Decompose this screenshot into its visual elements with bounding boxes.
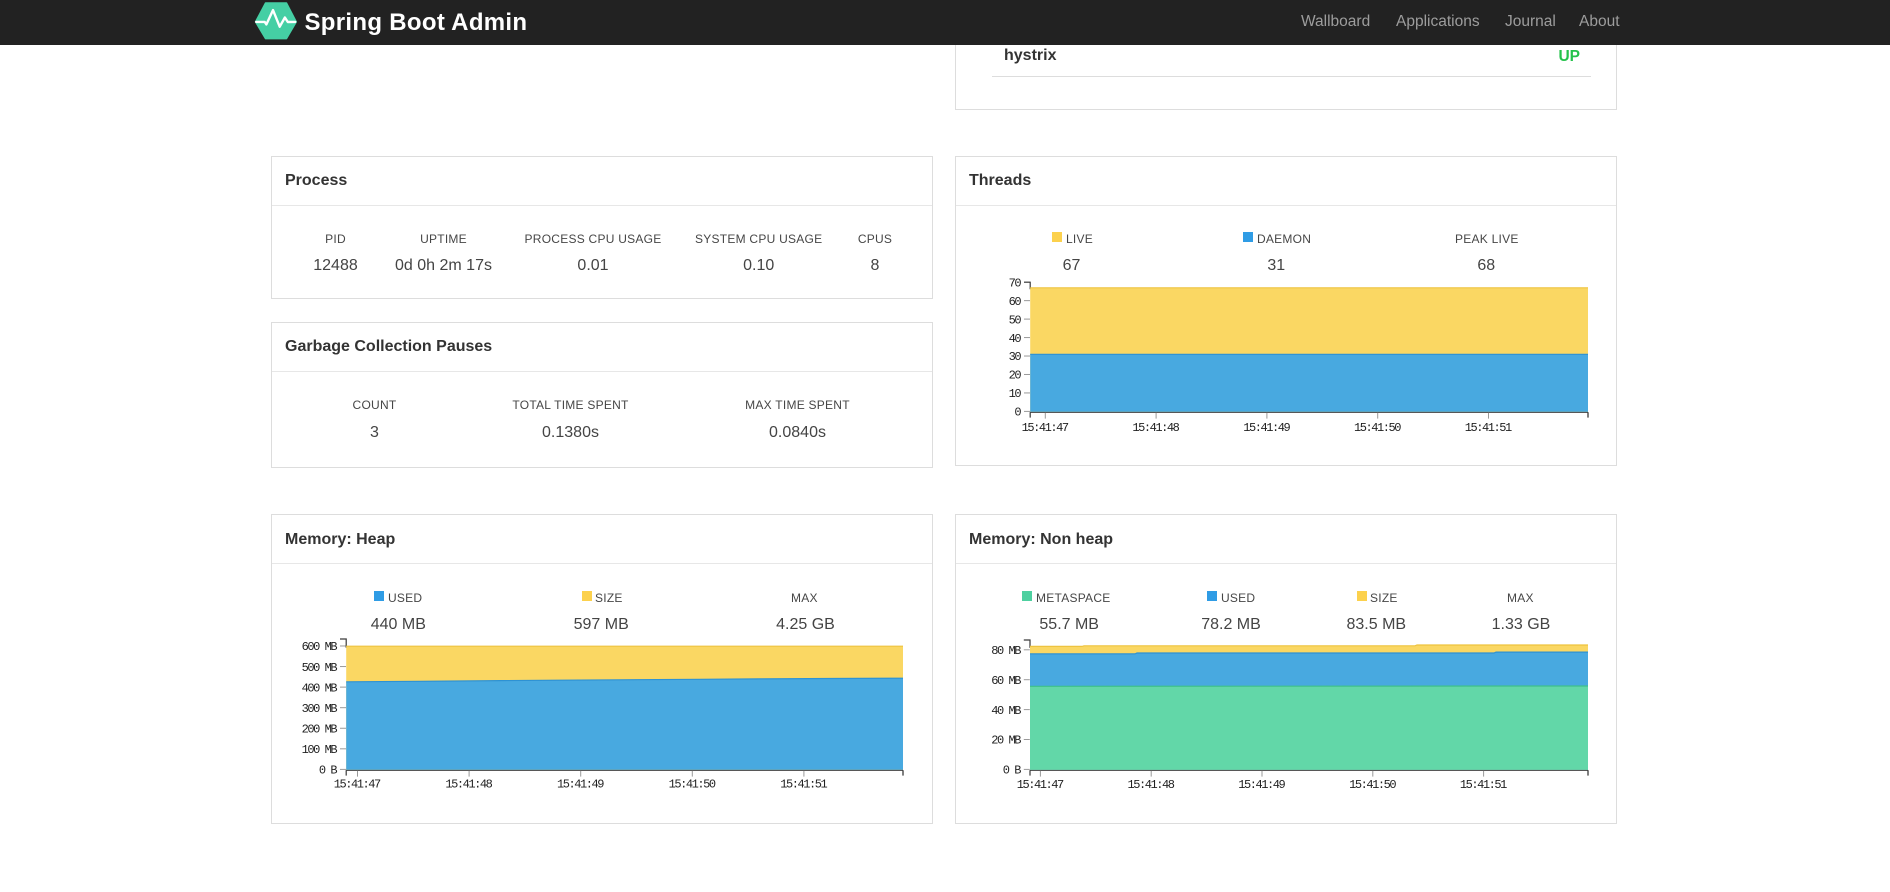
- svg-text:15:41:47: 15:41:47: [334, 778, 381, 792]
- svg-text:70: 70: [1009, 276, 1022, 290]
- svg-text:15:41:49: 15:41:49: [557, 778, 604, 792]
- svg-text:40 MB: 40 MB: [991, 704, 1021, 718]
- svg-text:60: 60: [1009, 295, 1022, 309]
- svg-text:15:41:51: 15:41:51: [780, 778, 827, 792]
- svg-text:15:41:48: 15:41:48: [1132, 421, 1179, 435]
- svg-text:300 MB: 300 MB: [302, 702, 338, 716]
- svg-text:20 MB: 20 MB: [991, 734, 1021, 748]
- svg-text:15:41:49: 15:41:49: [1243, 421, 1290, 435]
- svg-text:200 MB: 200 MB: [302, 722, 338, 736]
- svg-text:500 MB: 500 MB: [302, 661, 338, 675]
- svg-text:15:41:51: 15:41:51: [1465, 421, 1512, 435]
- svg-text:15:41:50: 15:41:50: [1349, 778, 1396, 792]
- svg-text:15:41:49: 15:41:49: [1238, 778, 1285, 792]
- svg-text:50: 50: [1009, 313, 1022, 327]
- svg-text:80 MB: 80 MB: [991, 644, 1021, 658]
- svg-text:10: 10: [1009, 387, 1022, 401]
- svg-text:0: 0: [1014, 406, 1021, 420]
- svg-text:600 MB: 600 MB: [302, 640, 338, 654]
- svg-text:15:41:48: 15:41:48: [1127, 778, 1174, 792]
- svg-text:15:41:47: 15:41:47: [1022, 421, 1069, 435]
- svg-text:15:41:47: 15:41:47: [1017, 778, 1064, 792]
- svg-text:60 MB: 60 MB: [991, 674, 1021, 688]
- svg-text:0 B: 0 B: [319, 764, 338, 778]
- svg-text:0 B: 0 B: [1003, 764, 1022, 778]
- svg-text:20: 20: [1009, 369, 1022, 383]
- svg-text:400 MB: 400 MB: [302, 681, 338, 695]
- svg-text:100 MB: 100 MB: [302, 743, 338, 757]
- svg-text:15:41:50: 15:41:50: [1354, 421, 1401, 435]
- svg-text:15:41:50: 15:41:50: [669, 778, 716, 792]
- svg-text:15:41:48: 15:41:48: [445, 778, 492, 792]
- svg-text:40: 40: [1009, 332, 1022, 346]
- svg-text:15:41:51: 15:41:51: [1460, 778, 1507, 792]
- svg-text:30: 30: [1009, 350, 1022, 364]
